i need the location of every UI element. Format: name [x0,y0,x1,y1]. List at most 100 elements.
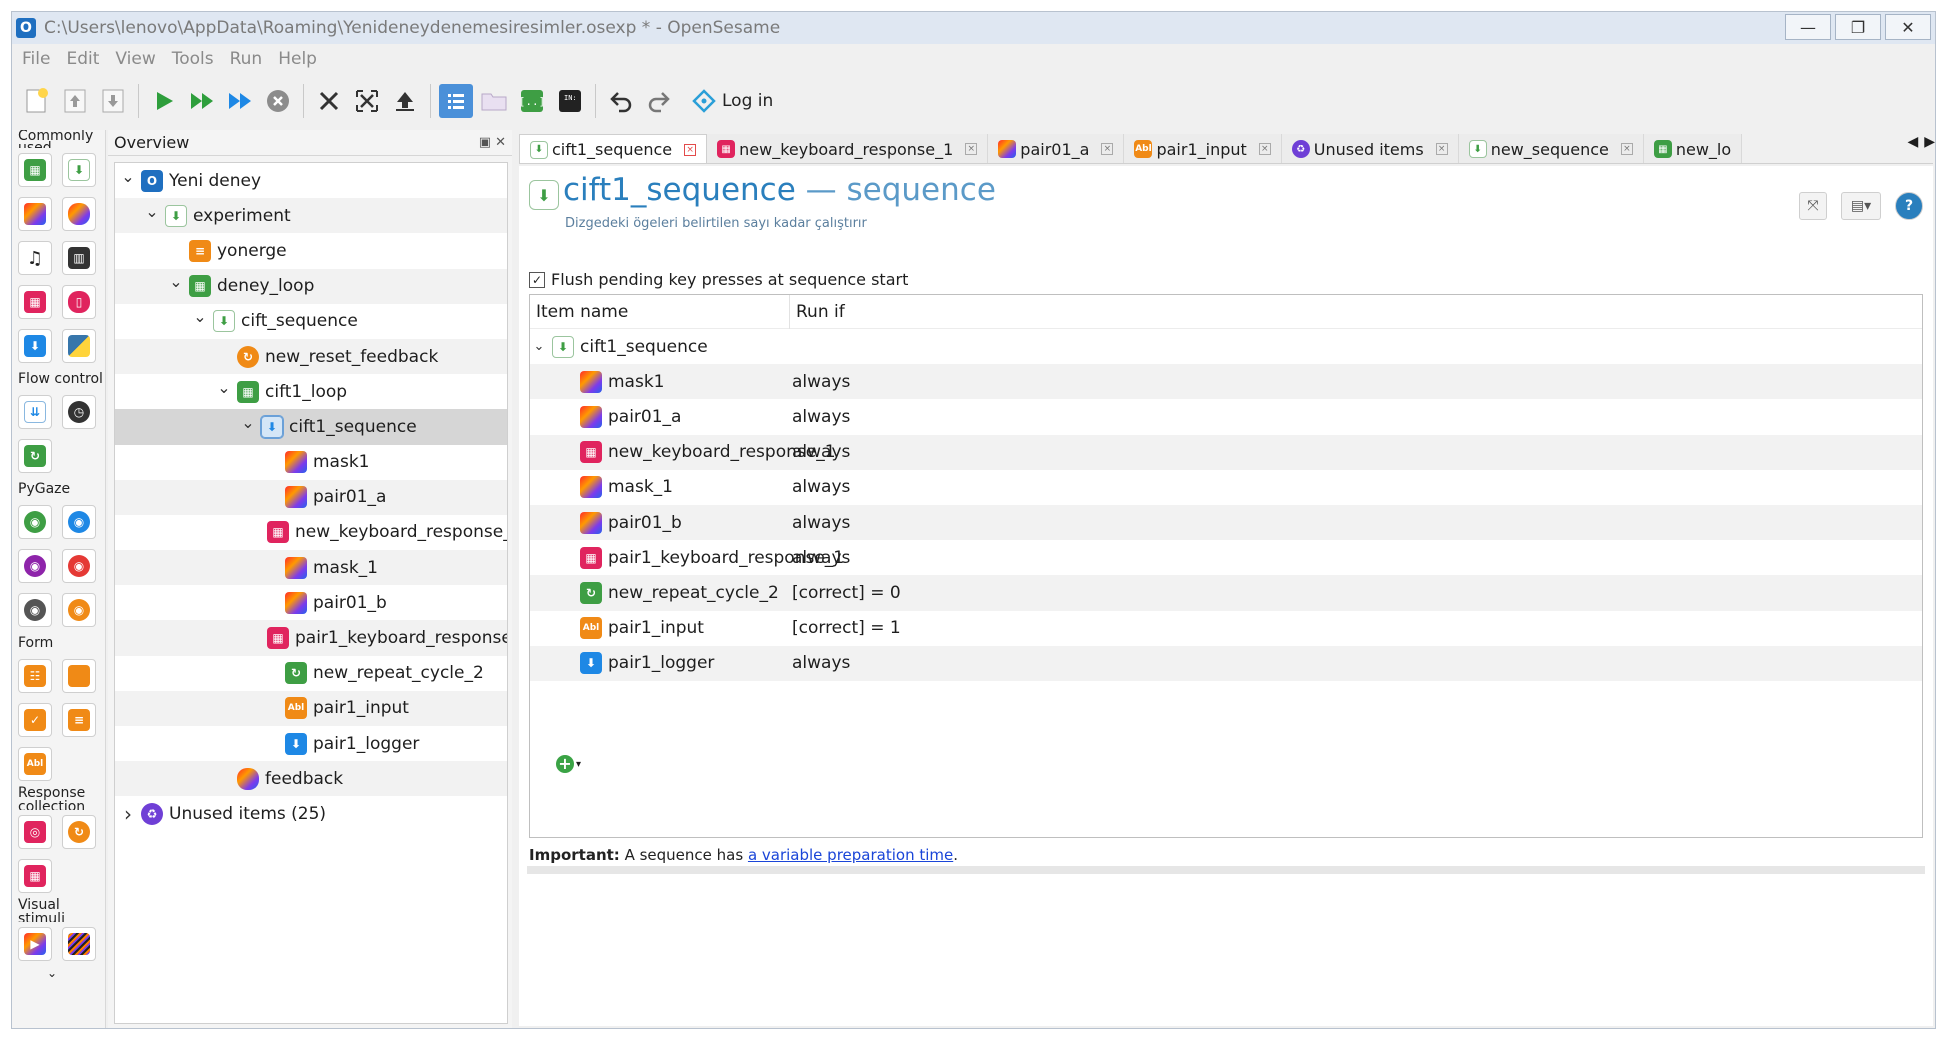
tree-item[interactable]: mask_1 [115,550,507,586]
tree-item[interactable]: feedback [115,761,507,797]
menu-file[interactable]: File [22,49,50,69]
login-button[interactable]: Log in [692,89,773,113]
toolbox-media-player-button[interactable]: ▶ [18,927,52,961]
toolbox-timer-button[interactable]: ◷ [62,395,96,429]
toolbox-repeat-cycle-button[interactable]: ↻ [18,439,52,473]
sequence-item-row[interactable]: pair01_b always [530,504,1922,541]
column-item-name[interactable]: Item name [530,295,790,329]
toolbox-pygaze-start-button[interactable]: ◉ [18,549,52,583]
tab-close-icon[interactable]: × [684,143,697,156]
editor-tab[interactable]: ⬇ cift1_sequence × [519,134,708,163]
undo-button[interactable] [604,84,638,118]
close-other-tabs-button[interactable] [350,84,384,118]
tree-item[interactable]: ⌄ ⬇ experiment [115,198,507,234]
tree-item[interactable]: ⌄ ▦ cift1_loop [115,374,507,409]
toolbox-form-text-input-button[interactable]: Abl [18,747,52,781]
sequence-item-run-if[interactable]: always [790,548,850,568]
toolbox-form-multiple-choice-button[interactable]: ✓ [18,703,52,737]
tree-item[interactable]: pair01_a [115,479,507,515]
tab-scroll-left-icon[interactable]: ◀ [1907,134,1918,150]
column-run-if[interactable]: Run if [790,302,845,322]
collapse-arrow-icon[interactable]: ⌄ [143,203,161,219]
stop-button[interactable] [261,84,295,118]
toolbox-joystick-button[interactable]: ◎ [18,815,52,849]
redo-button[interactable] [642,84,676,118]
toolbox-touch-response-button[interactable]: ▦ [18,859,52,893]
sequence-item-row[interactable]: pair01_a always [530,399,1922,434]
tree-item[interactable]: ⌄ ⬇ cift_sequence [115,304,507,339]
sequence-item-row[interactable]: ▦ new_keyboard_response_1 always [530,434,1922,470]
toolbox-pygaze-init-button[interactable]: ◉ [18,505,52,539]
menu-tools[interactable]: Tools [172,49,214,69]
toolbox-pygaze-log-button[interactable]: ◉ [18,593,52,627]
flush-checkbox[interactable]: ✓ [529,271,545,288]
collapse-arrow-icon[interactable]: ⌄ [530,339,548,354]
minimize-button[interactable]: — [1785,14,1831,40]
tree-item[interactable]: ⬇ pair1_logger [115,726,507,761]
sequence-item-row[interactable]: ▦ pair1_keyboard_response_1 always [530,540,1922,575]
menu-run[interactable]: Run [230,49,263,69]
sequence-item-run-if[interactable]: always [790,477,850,497]
tab-close-icon[interactable]: × [1258,143,1271,155]
tree-item[interactable]: ≡ yonerge [115,233,507,268]
tree-item[interactable]: › ♻ Unused items (25) [115,796,507,831]
menu-view[interactable]: View [115,49,155,69]
tree-item[interactable]: ⌄ ▦ deney_loop [115,268,507,304]
toolbox-form-text-display-button[interactable]: ≡ [62,703,96,737]
collapse-arrow-icon[interactable]: ⌄ [167,274,185,290]
tree-item[interactable]: Abl pair1_input [115,690,507,726]
editor-tab[interactable]: ⬇ new_sequence × [1458,134,1644,163]
collapse-arrow-icon[interactable]: ⌄ [191,309,209,325]
open-file-button[interactable] [58,84,92,118]
toolbox-mouse-button[interactable]: ▯ [62,285,96,319]
sequence-item-row[interactable]: ⬇ pair1_logger always [530,645,1922,681]
close-button[interactable]: ✕ [1885,14,1931,40]
sequence-item-row[interactable]: mask_1 always [530,470,1922,505]
toolbox-pygaze-drift-button[interactable]: ◉ [62,505,96,539]
tab-close-icon[interactable]: × [1620,143,1633,155]
editor-tab[interactable]: ▦ new_lo [1643,134,1743,163]
restore-button[interactable]: ❐ [1835,14,1881,40]
sequence-item-run-if[interactable]: always [790,407,850,427]
toolbox-coroutines-button[interactable]: ⇊ [18,395,52,429]
collapse-arrow-icon[interactable]: ⌄ [119,168,137,184]
maximize-button[interactable]: ⤧ [1799,192,1827,220]
run-window-button[interactable] [185,84,219,118]
debug-window-button[interactable]: IN: [553,84,587,118]
tab-to-top-button[interactable] [388,84,422,118]
preparation-time-link[interactable]: a variable preparation time [748,846,953,864]
collapse-arrow-icon[interactable]: ⌄ [239,414,257,430]
collapse-arrow-icon[interactable]: ⌄ [215,379,233,395]
toolbox-noise-patch-button[interactable] [62,927,96,961]
sequence-item-row[interactable]: ↻ new_repeat_cycle_2 [correct] = 0 [530,575,1922,611]
tab-close-icon[interactable]: × [965,143,978,155]
toolbox-form-base-button[interactable]: ☷ [18,659,52,693]
toolbox-python-button[interactable] [62,329,96,363]
toolbox-keyboard-button[interactable]: ▦ [18,285,52,319]
script-view-button[interactable]: ▤▾ [1841,192,1881,220]
tab-close-icon[interactable]: × [1101,143,1114,155]
toolbox-logger-button[interactable]: ⬇ [18,329,52,363]
sequence-item-row[interactable]: mask1 always [530,364,1922,400]
tree-item[interactable]: ▦ pair1_keyboard_response_1 [115,620,507,656]
tree-item[interactable]: ↻ new_reset_feedback [115,338,507,375]
sequence-item-run-if[interactable]: [correct] = 0 [790,583,901,603]
horizontal-scrollbar[interactable] [527,866,1925,874]
toolbox-form-consent-button[interactable] [62,659,96,693]
tree-item[interactable]: ↻ new_repeat_cycle_2 [115,656,507,691]
tree-item[interactable]: mask1 [115,445,507,480]
save-file-button[interactable] [96,84,130,118]
sequence-item-run-if[interactable]: [correct] = 1 [790,618,901,638]
toolbox-loop-button[interactable]: ▦ [18,153,52,187]
new-file-button[interactable] [20,84,54,118]
tab-close-icon[interactable]: × [1435,143,1448,155]
sequence-root-row[interactable]: ⌄ ⬇ cift1_sequence [530,329,1922,364]
sequence-title[interactable]: cift1_sequence — sequence [563,172,996,208]
editor-tab[interactable]: ♻ Unused items × [1281,134,1459,163]
expand-arrow-icon[interactable]: › [119,802,137,826]
sequence-item-run-if[interactable]: always [790,442,850,462]
tree-item[interactable]: ▦ new_keyboard_response_1 [115,515,507,550]
append-item-button[interactable]: + ▾ [556,755,581,773]
editor-tab[interactable]: ▦ new_keyboard_response_1 × [707,134,989,163]
tab-scroll-right-icon[interactable]: ▶ [1924,134,1935,150]
